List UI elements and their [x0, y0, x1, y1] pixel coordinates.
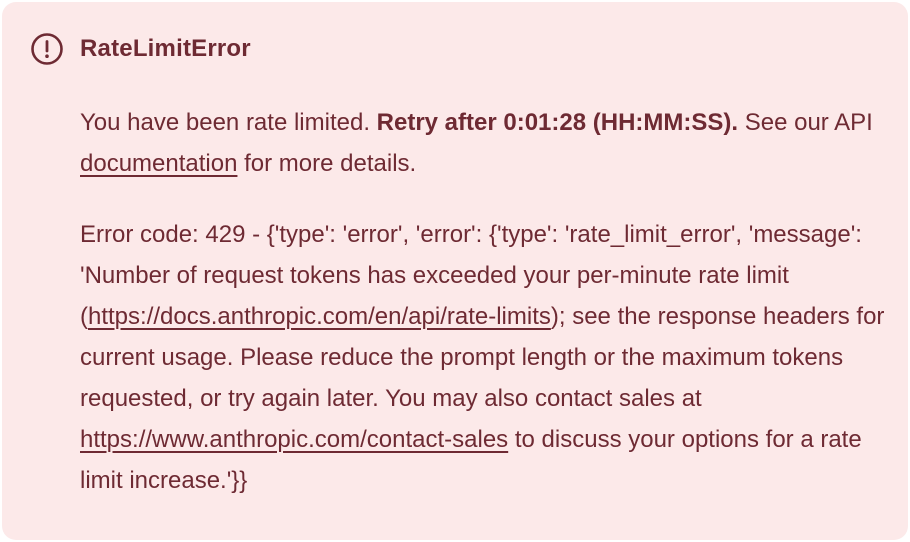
message-after-link: for more details.	[237, 150, 417, 177]
rate-limit-error-alert: RateLimitError You have been rate limite…	[2, 2, 908, 540]
alert-header: RateLimitError	[30, 32, 251, 66]
retry-after-text: Retry after 0:01:28 (HH:MM:SS).	[376, 109, 739, 136]
message-intro: You have been rate limited.	[80, 109, 377, 136]
documentation-link[interactable]: documentation	[80, 150, 237, 177]
contact-sales-link[interactable]: https://www.anthropic.com/contact-sales	[80, 426, 508, 453]
message-see: See our API	[738, 109, 873, 136]
rate-limit-message: You have been rate limited. Retry after …	[80, 102, 885, 184]
error-details: Error code: 429 - {'type': 'error', 'err…	[80, 214, 885, 501]
alert-body: You have been rate limited. Retry after …	[80, 102, 885, 501]
rate-limits-docs-link[interactable]: https://docs.anthropic.com/en/api/rate-l…	[88, 303, 551, 330]
alert-title: RateLimitError	[80, 35, 251, 62]
exclamation-circle-icon	[30, 32, 64, 66]
